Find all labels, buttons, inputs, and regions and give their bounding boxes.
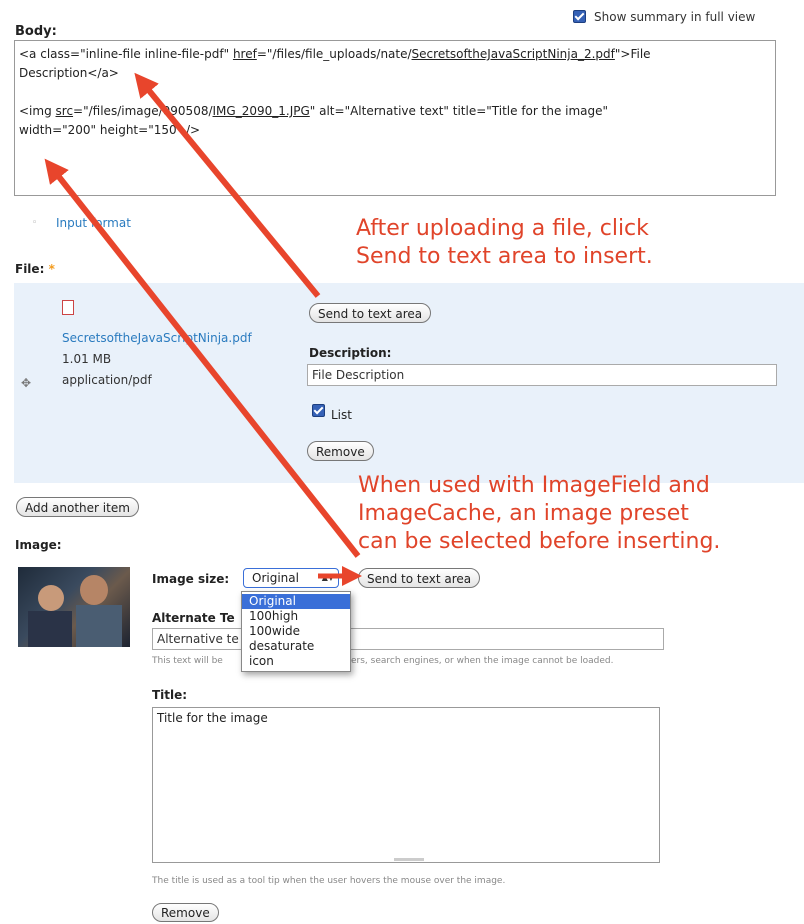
- annotation-arrows: [44, 72, 362, 586]
- annotation-upload: After uploading a file, click Send to te…: [356, 216, 653, 269]
- arrow-to-file-link: [134, 72, 321, 298]
- arrow-to-img-tag: [44, 158, 361, 558]
- annotation-imagecache: When used with ImageField and ImageCache…: [358, 473, 721, 554]
